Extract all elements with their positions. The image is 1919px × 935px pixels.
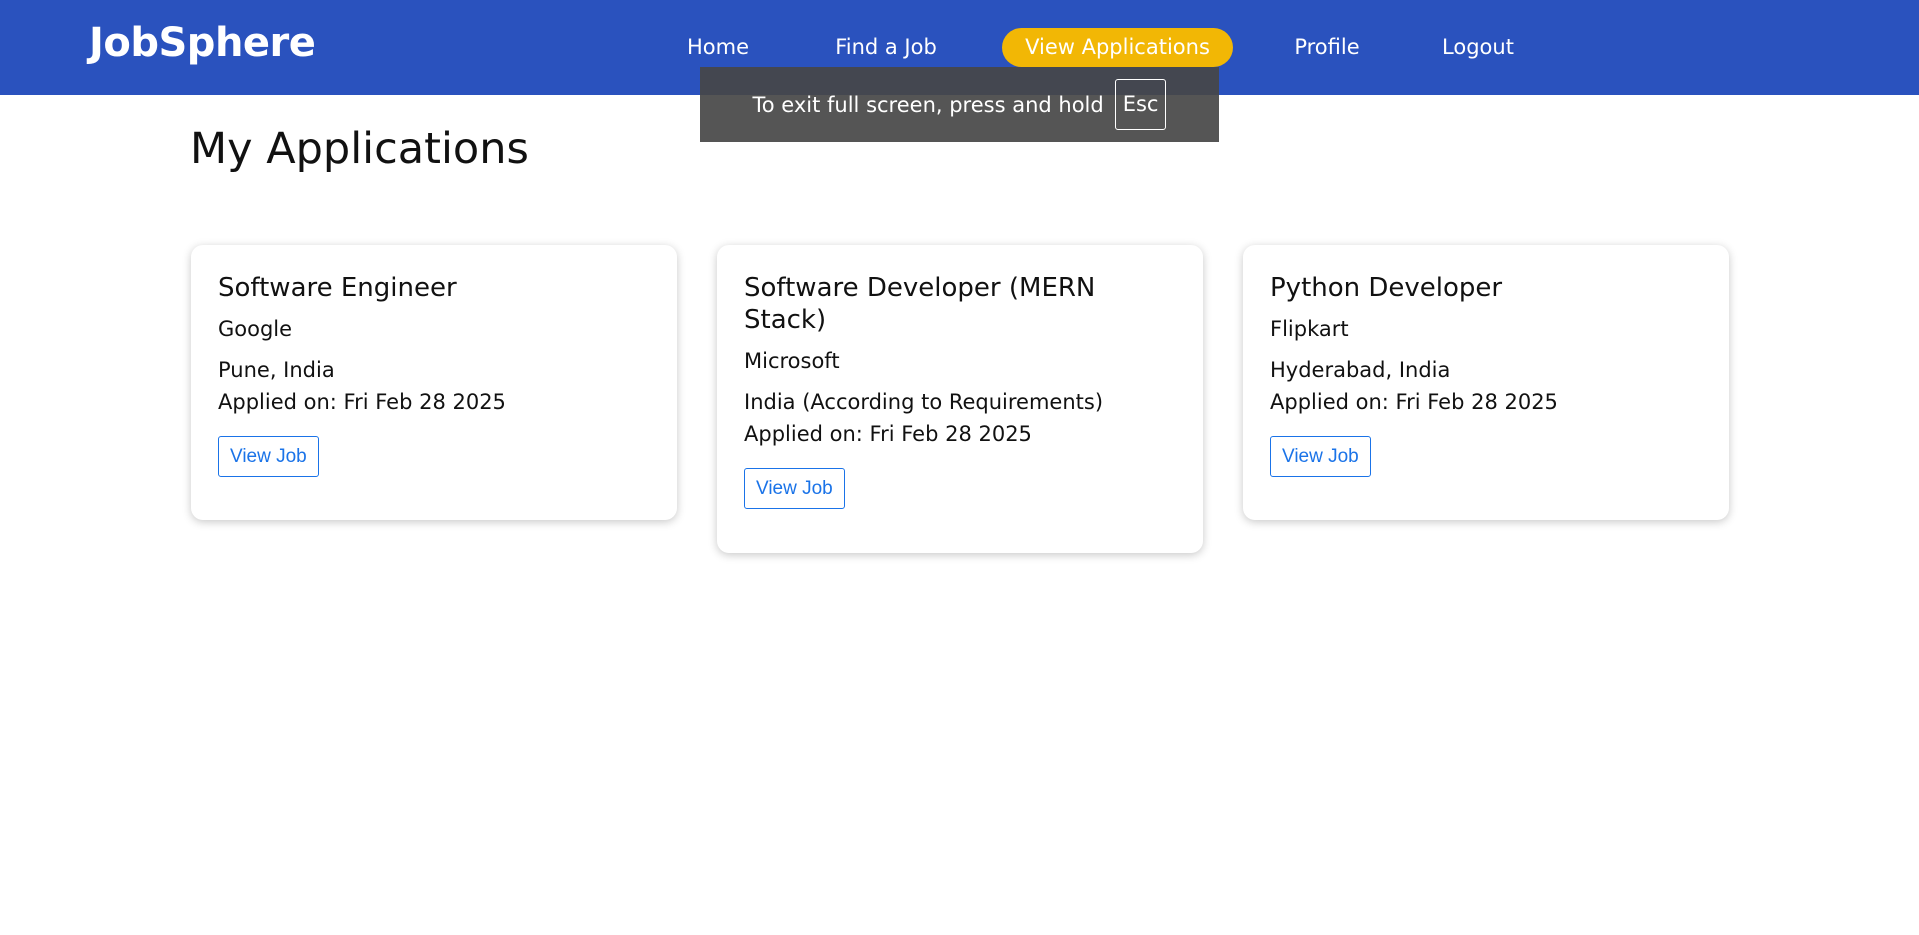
applied-on-label: Applied on: [744,422,870,446]
fullscreen-exit-notice: To exit full screen, press and hold Esc [700,67,1219,142]
page-title: My Applications [190,124,529,174]
job-title: Software Engineer [218,273,457,303]
company-name: Microsoft [744,349,840,373]
esc-key-hint: Esc [1114,79,1167,130]
job-title: Python Developer [1270,273,1503,303]
applied-on: Applied on: Fri Feb 28 2025 [218,386,650,418]
nav-view-applications-link[interactable]: View Applications [1002,28,1233,67]
view-job-button[interactable]: View Job [218,436,319,477]
applied-on-label: Applied on: [1270,390,1396,414]
job-location: Pune, India [218,358,335,382]
applied-on-date: Fri Feb 28 2025 [869,422,1032,446]
applied-on-label: Applied on: [218,390,344,414]
view-job-button[interactable]: View Job [744,468,845,509]
application-card: Software Developer (MERN Stack) Microsof… [717,245,1203,553]
nav-home-link[interactable]: Home [685,28,751,67]
job-title: Software Developer (MERN Stack) [744,273,1096,335]
job-location: India (According to Requirements) [744,390,1104,414]
applied-on-date: Fri Feb 28 2025 [343,390,506,414]
nav-find-job-link[interactable]: Find a Job [830,28,942,67]
view-job-button[interactable]: View Job [1270,436,1371,477]
application-card: Python Developer Flipkart Hyderabad, Ind… [1243,245,1729,520]
nav-profile-link[interactable]: Profile [1294,28,1360,67]
applied-on-date: Fri Feb 28 2025 [1395,390,1558,414]
nav-logout-link[interactable]: Logout [1440,28,1516,67]
company-name: Flipkart [1270,317,1349,341]
application-card: Software Engineer Google Pune, India App… [191,245,677,520]
applied-on: Applied on: Fri Feb 28 2025 [1270,386,1702,418]
company-name: Google [218,317,293,341]
job-location: Hyderabad, India [1270,358,1451,382]
applied-on: Applied on: Fri Feb 28 2025 [744,418,1176,450]
fullscreen-notice-message: To exit full screen, press and hold [752,92,1104,117]
